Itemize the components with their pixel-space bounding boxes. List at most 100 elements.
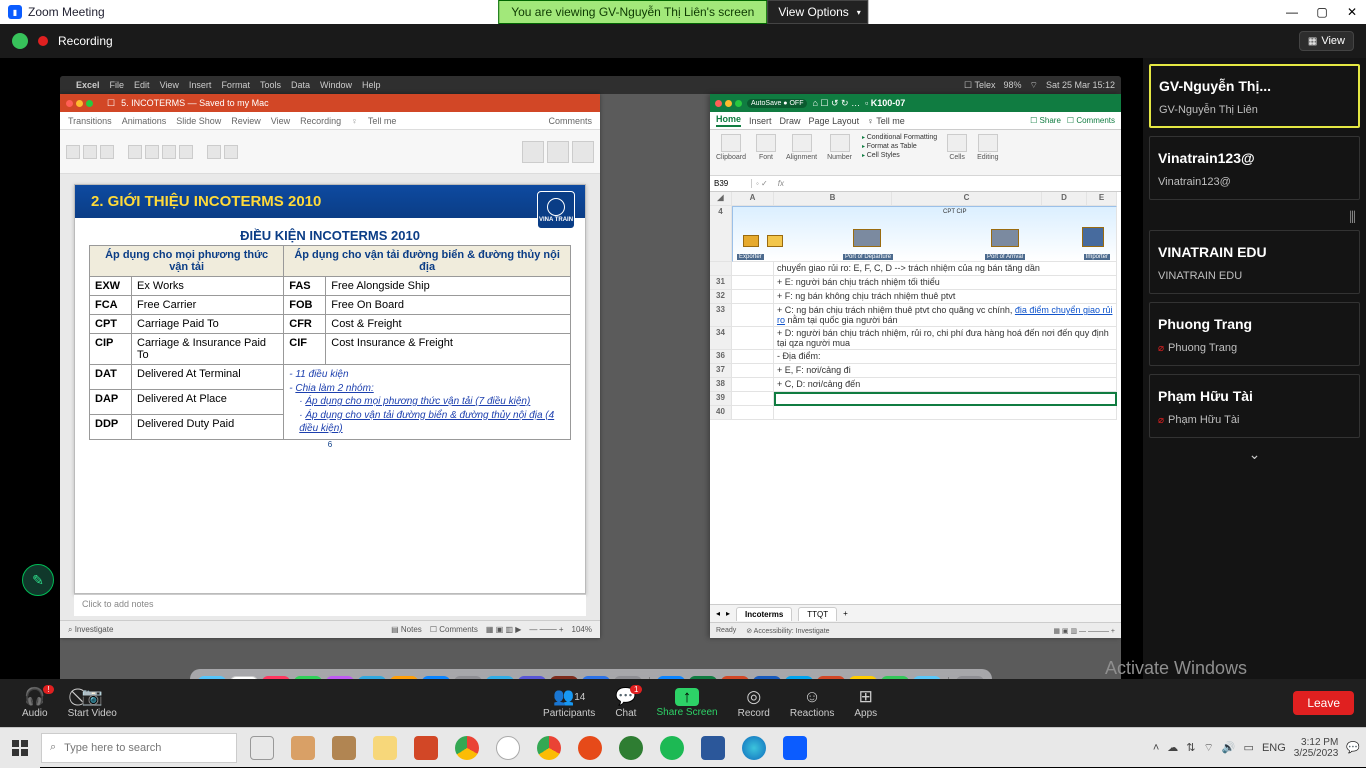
- start-button[interactable]: [0, 728, 40, 768]
- col-header[interactable]: B: [774, 192, 892, 206]
- xl-tab-pagelayout[interactable]: Page Layout: [809, 116, 860, 126]
- rb-icon[interactable]: [179, 145, 193, 159]
- xl-tab-draw[interactable]: Draw: [780, 116, 801, 126]
- mac-app-name[interactable]: Excel: [76, 80, 100, 90]
- rb-icon[interactable]: [978, 134, 998, 152]
- taskbar-icon[interactable]: [488, 728, 528, 768]
- cell[interactable]: + E, F: nơi/cảng đi: [774, 364, 1117, 378]
- start-video-button[interactable]: ⃠📷 Start Video: [58, 687, 127, 719]
- taskbar-powerpoint-icon[interactable]: [406, 728, 446, 768]
- xl-tab-tellme[interactable]: Tell me: [876, 116, 905, 126]
- taskbar-edge-icon[interactable]: [734, 728, 774, 768]
- menu-help[interactable]: Help: [362, 80, 381, 90]
- view-options-button[interactable]: View Options: [767, 0, 867, 24]
- xl-close-icon[interactable]: [715, 100, 722, 107]
- tray-volume-icon[interactable]: 🔊: [1222, 741, 1236, 754]
- sheet-tab-ttqt[interactable]: TTQT: [798, 607, 837, 621]
- status-zoom[interactable]: 104%: [572, 625, 592, 634]
- participants-button[interactable]: 👥 14 Participants: [533, 687, 605, 719]
- row-header[interactable]: 37: [710, 364, 732, 378]
- rb-icon[interactable]: [721, 134, 741, 152]
- participant-tile[interactable]: Phạm Hữu Tài ⌀Phạm Hữu Tài: [1149, 374, 1360, 438]
- fmt-table[interactable]: Format as Table: [862, 143, 917, 150]
- sheet-nav-next[interactable]: ▸: [726, 609, 730, 618]
- taskbar-icon[interactable]: [283, 728, 323, 768]
- menu-format[interactable]: Format: [221, 80, 250, 90]
- taskbar-chrome-icon[interactable]: [447, 728, 487, 768]
- reactions-button[interactable]: ☺ Reactions: [780, 687, 844, 719]
- panel-divider-handle[interactable]: ⦀: [1149, 208, 1360, 230]
- rb-icon[interactable]: [947, 134, 967, 152]
- rb-icon[interactable]: [128, 145, 142, 159]
- tab-view[interactable]: View: [271, 116, 290, 126]
- cell[interactable]: - Địa điểm:: [774, 350, 1117, 364]
- row-header[interactable]: 39: [710, 392, 732, 406]
- menu-edit[interactable]: Edit: [134, 80, 150, 90]
- show-more-participants[interactable]: ⌄: [1249, 446, 1261, 463]
- record-button[interactable]: ◎ Record: [728, 687, 780, 719]
- sheet-tab-add[interactable]: +: [843, 609, 848, 618]
- rb-icon[interactable]: [792, 134, 812, 152]
- cond-fmt[interactable]: Conditional Formatting: [862, 134, 937, 141]
- xl-share-button[interactable]: Share: [1040, 116, 1061, 125]
- xl-sheet-area[interactable]: ◢ A B C D E 4 Exporter Port of Departure…: [710, 192, 1121, 604]
- menubar-telex[interactable]: ☐ Telex: [964, 80, 995, 91]
- xl-comments-button[interactable]: Comments: [1076, 116, 1115, 125]
- rb-icon[interactable]: [756, 134, 776, 152]
- rb-icon[interactable]: [547, 141, 569, 163]
- menubar-clock[interactable]: Sat 25 Mar 15:12: [1046, 80, 1115, 90]
- row-header[interactable]: 40: [710, 406, 732, 420]
- row-header[interactable]: 34: [710, 327, 732, 350]
- notification-center-icon[interactable]: 💬: [1346, 741, 1360, 754]
- apps-button[interactable]: ⊞ Apps: [844, 687, 887, 719]
- participant-tile[interactable]: GV-Nguyễn Thị... GV-Nguyễn Thị Liên: [1149, 64, 1360, 128]
- taskbar-clock[interactable]: 3:12 PM 3/25/2023: [1294, 737, 1339, 759]
- file-explorer-icon[interactable]: [365, 728, 405, 768]
- view-mode-button[interactable]: View: [1299, 31, 1354, 51]
- autosave-toggle[interactable]: AutoSave ● OFF: [747, 99, 807, 108]
- cell[interactable]: [774, 406, 1117, 420]
- ppt-notes-pane[interactable]: Click to add notes: [74, 594, 586, 616]
- taskbar-icon[interactable]: [693, 728, 733, 768]
- rb-icon[interactable]: [207, 145, 221, 159]
- col-header[interactable]: C: [892, 192, 1042, 206]
- menu-view[interactable]: View: [160, 80, 179, 90]
- xl-tab-home[interactable]: Home: [716, 114, 741, 127]
- row-header[interactable]: [710, 262, 732, 276]
- rb-icon[interactable]: [66, 145, 80, 159]
- menu-insert[interactable]: Insert: [189, 80, 212, 90]
- tab-animations[interactable]: Animations: [122, 116, 167, 126]
- taskbar-spotify-icon[interactable]: [652, 728, 692, 768]
- rb-icon[interactable]: [224, 145, 238, 159]
- ppt-min-icon[interactable]: [76, 100, 83, 107]
- menubar-wifi-icon[interactable]: ⌔: [1029, 80, 1037, 91]
- menu-data[interactable]: Data: [291, 80, 310, 90]
- menu-file[interactable]: File: [110, 80, 125, 90]
- rb-icon[interactable]: [83, 145, 97, 159]
- ppt-comments-button[interactable]: Comments: [548, 116, 592, 126]
- ppt-titlebar[interactable]: ☐ 5. INCOTERMS — Saved to my Mac: [60, 94, 600, 112]
- participant-tile[interactable]: VINATRAIN EDU VINATRAIN EDU: [1149, 230, 1360, 294]
- status-notes[interactable]: Notes: [401, 625, 422, 634]
- chat-button[interactable]: 💬 1 Chat: [605, 687, 646, 719]
- tray-wifi-icon[interactable]: ⌔: [1204, 741, 1214, 755]
- xl-tab-insert[interactable]: Insert: [749, 116, 772, 126]
- maximize-button[interactable]: ▢: [1316, 6, 1328, 18]
- share-screen-button[interactable]: ↑ Share Screen: [646, 688, 727, 718]
- participant-tile[interactable]: Vinatrain123@ Vinatrain123@: [1149, 136, 1360, 200]
- tab-review[interactable]: Review: [231, 116, 261, 126]
- taskbar-icon[interactable]: [611, 728, 651, 768]
- cell[interactable]: chuyển giao rủi ro: E, F, C, D --> trách…: [774, 262, 1117, 276]
- tab-transitions[interactable]: Transitions: [68, 116, 112, 126]
- active-cell[interactable]: [774, 392, 1117, 406]
- ppt-max-icon[interactable]: [86, 100, 93, 107]
- menu-tools[interactable]: Tools: [260, 80, 281, 90]
- annotate-button[interactable]: ✎: [22, 564, 54, 596]
- cell[interactable]: + E: người bán chịu trách nhiệm tối thiể…: [774, 276, 1117, 290]
- rb-icon[interactable]: [100, 145, 114, 159]
- search-box[interactable]: ⌕ Type here to search: [41, 733, 237, 763]
- tray-input-icon[interactable]: ENG: [1262, 742, 1286, 754]
- encryption-shield-icon[interactable]: [12, 33, 28, 49]
- audio-button[interactable]: 🎧 ! Audio: [12, 687, 58, 719]
- tray-overflow-icon[interactable]: ˄: [1153, 742, 1159, 754]
